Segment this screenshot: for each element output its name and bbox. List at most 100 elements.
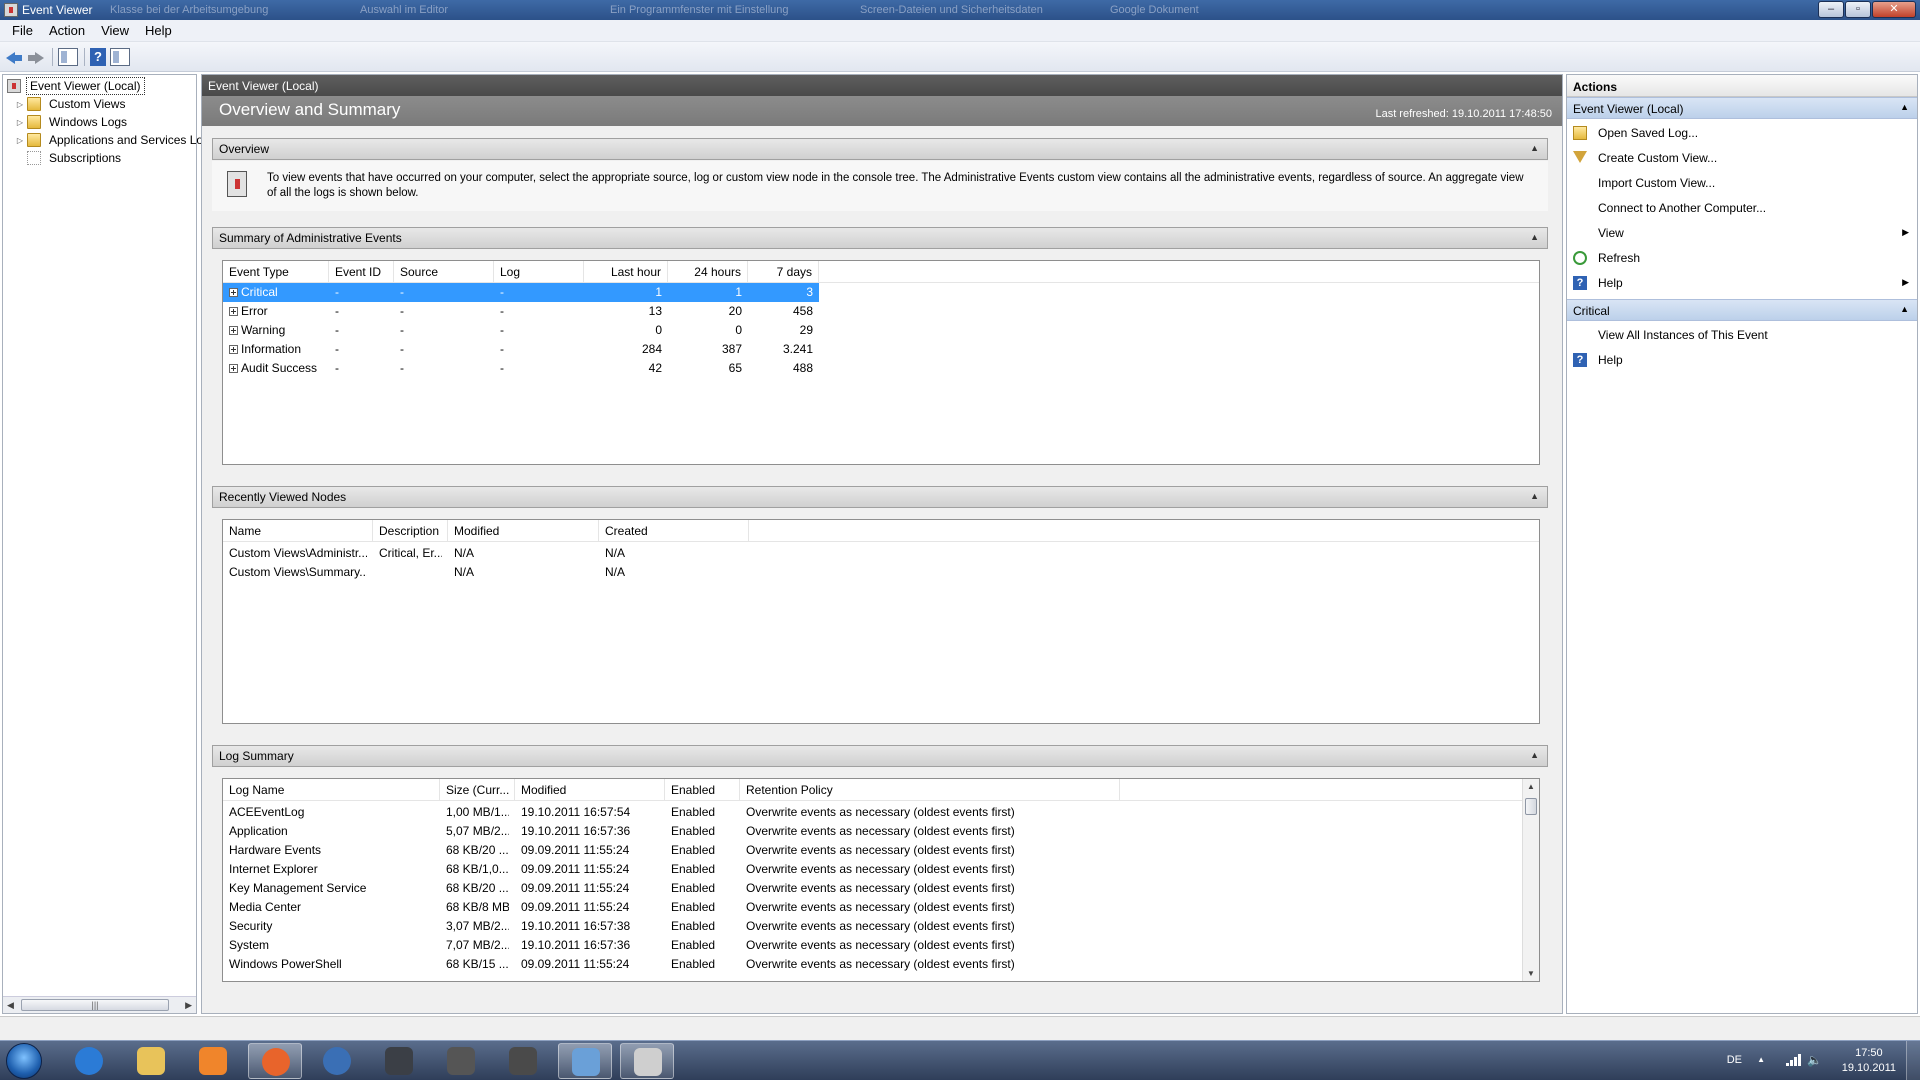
close-button[interactable]: ✕ [1872,1,1916,18]
clock[interactable]: 17:50 19.10.2011 [1842,1046,1896,1076]
column-header[interactable]: Modified [515,779,665,801]
forward-arrow-icon[interactable] [26,48,46,66]
steam-taskbar-button[interactable] [372,1043,426,1079]
show-hide-action-pane-icon[interactable] [110,48,130,66]
table-row[interactable]: Internet Explorer 68 KB/1,0... 09.09.2011 … [223,860,1120,879]
expand-arrow-icon[interactable]: ▷ [15,136,25,145]
collapse-icon[interactable]: ▲ [1900,304,1909,314]
background-window-tab[interactable]: Auswahl im Editor [360,4,448,18]
tree-item-custom-views[interactable]: ▷ Custom Views [9,95,128,113]
action-item[interactable]: View ▶ [1567,222,1917,244]
tree-item-subscriptions[interactable]: Subscriptions [9,149,124,167]
column-header[interactable]: Event Type [223,261,329,283]
volume-icon[interactable]: 🔈 [1807,1053,1822,1067]
expand-arrow-icon[interactable]: ▷ [15,118,25,127]
tree-item-applications-and-services-logs[interactable]: ▷ Applications and Services Lo [9,131,206,149]
expand-arrow-icon[interactable]: ▷ [15,100,25,109]
scrollbar-thumb[interactable] [1525,798,1537,815]
menu-help[interactable]: Help [137,23,180,38]
media-player-taskbar-button[interactable] [186,1043,240,1079]
expand-plus-icon[interactable] [229,364,238,373]
table-row[interactable]: Security 3,07 MB/2... 19.10.2011 16:57:38 E… [223,917,1120,936]
column-header[interactable]: 24 hours [668,261,748,283]
collapse-icon[interactable]: ▲ [1900,102,1909,112]
action-item[interactable]: View All Instances of This Event [1567,324,1917,346]
expand-plus-icon[interactable] [229,307,238,316]
table-row[interactable]: Hardware Events 68 KB/20 ... 09.09.2011 11… [223,841,1120,860]
action-item[interactable]: Refresh [1567,247,1917,269]
thunderbird-taskbar-button[interactable] [310,1043,364,1079]
table-row[interactable]: System 7,07 MB/2... 19.10.2011 16:57:36 Ena… [223,936,1120,955]
tree-item-event-viewer-local[interactable]: Event Viewer (Local) [3,77,145,95]
background-window-tab[interactable]: Google Dokument [1110,4,1199,18]
action-item[interactable]: Import Custom View... [1567,172,1917,194]
maximize-button[interactable]: ▫ [1845,1,1871,18]
firefox-taskbar-button[interactable] [248,1043,302,1079]
section-summary-header[interactable]: Summary of Administrative Events ▲ [212,227,1548,249]
minimize-button[interactable]: – [1818,1,1844,18]
column-header[interactable]: Description [373,520,448,542]
scrollbar-thumb[interactable]: ||| [21,999,169,1011]
section-log-summary-header[interactable]: Log Summary ▲ [212,745,1548,767]
show-hide-console-tree-icon[interactable] [58,48,78,66]
column-header[interactable]: Source [394,261,494,283]
table-row[interactable]: Application 5,07 MB/2... 19.10.2011 16:57:… [223,822,1120,841]
table-row[interactable]: Information - - - 284 387 3.241 [223,340,819,359]
expand-plus-icon[interactable] [229,288,238,297]
headset-app-taskbar-button[interactable] [496,1043,550,1079]
action-item[interactable]: Create Custom View... [1567,147,1917,169]
start-button[interactable] [6,1043,42,1079]
collapse-icon[interactable]: ▲ [1530,750,1539,760]
column-header[interactable]: Modified [448,520,599,542]
control-panel-taskbar-button[interactable] [558,1043,612,1079]
column-header[interactable]: Log Name [223,779,440,801]
table-row[interactable]: Custom Views\Summary... N/A N/A [223,563,749,582]
action-item[interactable]: ? Help [1567,349,1917,371]
language-indicator[interactable]: DE [1727,1054,1742,1066]
ch-app-taskbar-button[interactable] [434,1043,488,1079]
table-row[interactable]: Audit Success - - - 42 65 488 [223,359,819,378]
menu-view[interactable]: View [93,23,137,38]
menu-action[interactable]: Action [41,23,93,38]
action-group-critical[interactable]: Critical ▲ [1567,299,1917,321]
column-header[interactable]: Retention Policy [740,779,1120,801]
show-hidden-icons-icon[interactable]: ▲ [1757,1055,1765,1064]
action-item[interactable]: ? Help ▶ [1567,272,1917,294]
action-item[interactable]: Connect to Another Computer... [1567,197,1917,219]
collapse-icon[interactable]: ▲ [1530,232,1539,242]
vertical-scrollbar[interactable]: ▲ ▼ [1522,779,1539,981]
background-window-tab[interactable]: Ein Programmfenster mit Einstellung [610,4,789,18]
column-header[interactable]: Event ID [329,261,394,283]
expand-plus-icon[interactable] [229,345,238,354]
table-row[interactable]: ACEEventLog 1,00 MB/1... 19.10.2011 16:57:… [223,803,1120,822]
table-row[interactable]: Custom Views\Administr... Critical, Er...… [223,544,749,563]
scroll-right-icon[interactable]: ▶ [185,1000,192,1011]
section-recent-header[interactable]: Recently Viewed Nodes ▲ [212,486,1548,508]
column-header[interactable]: Size (Curr... [440,779,515,801]
table-row[interactable]: Media Center 68 KB/8 MB 09.09.2011 11:55:2… [223,898,1120,917]
table-row[interactable]: Critical - - - 1 1 3 [223,283,819,302]
table-row[interactable]: Key Management Service 68 KB/20 ... 09.09.… [223,879,1120,898]
horizontal-scrollbar[interactable]: ◀ ||| ▶ [3,996,196,1013]
scroll-left-icon[interactable]: ◀ [7,1000,14,1011]
help-icon[interactable]: ? [90,48,106,66]
table-row[interactable]: Windows PowerShell 68 KB/15 ... 09.09.2011… [223,955,1120,974]
background-window-tab[interactable]: Klasse bei der Arbeitsumgebung [110,4,268,18]
column-header[interactable]: 7 days [748,261,819,283]
event-viewer-taskbar-button[interactable] [620,1043,674,1079]
column-header[interactable]: Last hour [584,261,668,283]
scroll-up-icon[interactable]: ▲ [1527,782,1535,791]
back-arrow-icon[interactable] [4,48,24,66]
column-header[interactable]: Enabled [665,779,740,801]
section-overview-header[interactable]: Overview ▲ [212,138,1548,160]
file-explorer-taskbar-button[interactable] [124,1043,178,1079]
tree-item-windows-logs[interactable]: ▷ Windows Logs [9,113,130,131]
table-row[interactable]: Warning - - - 0 0 29 [223,321,819,340]
action-group-event-viewer-local[interactable]: Event Viewer (Local) ▲ [1567,97,1917,119]
action-item[interactable]: Open Saved Log... [1567,122,1917,144]
show-desktop-button[interactable] [1906,1041,1920,1080]
collapse-icon[interactable]: ▲ [1530,491,1539,501]
menu-file[interactable]: File [4,23,41,38]
background-window-tab[interactable]: Screen-Dateien und Sicherheitsdaten [860,4,1043,18]
expand-plus-icon[interactable] [229,326,238,335]
